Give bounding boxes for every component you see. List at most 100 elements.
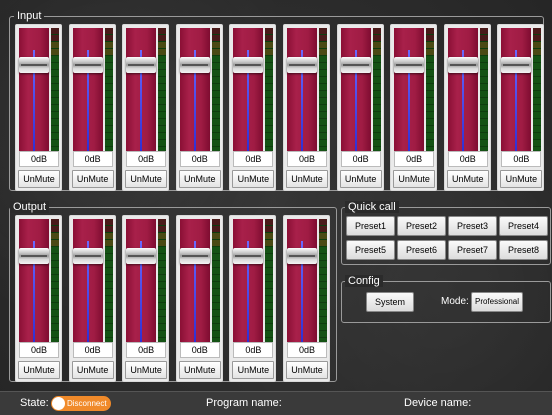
mute-button[interactable]: UnMute: [71, 361, 114, 379]
gain-value[interactable]: 0dB: [501, 151, 542, 167]
connection-status: Disconnect: [67, 399, 107, 408]
gain-value[interactable]: 0dB: [126, 342, 167, 358]
level-meter: [265, 28, 274, 167]
fader-knob-icon[interactable]: [287, 57, 317, 74]
mode-label: Mode:: [441, 296, 469, 307]
fader-knob-icon[interactable]: [287, 248, 317, 265]
mute-button[interactable]: UnMute: [232, 361, 275, 379]
mute-button[interactable]: UnMute: [393, 170, 436, 188]
level-meter: [426, 28, 435, 167]
fader-knob-icon[interactable]: [233, 248, 264, 265]
gain-value[interactable]: 0dB: [287, 151, 327, 167]
fader-knob-icon[interactable]: [233, 57, 264, 74]
input-fader[interactable]: [126, 28, 157, 167]
input-channel-strip: 0dB UnMute: [15, 24, 62, 191]
preset-button[interactable]: Preset1: [346, 216, 395, 236]
fader-knob-icon[interactable]: [394, 57, 425, 74]
input-fader[interactable]: [447, 28, 478, 167]
mute-button[interactable]: UnMute: [446, 170, 489, 188]
toggle-knob-icon: [52, 397, 65, 410]
level-meter: [104, 219, 113, 358]
fader-knob-icon[interactable]: [179, 248, 210, 265]
gain-value[interactable]: 0dB: [72, 342, 113, 358]
level-meter: [158, 28, 167, 167]
mute-button[interactable]: UnMute: [178, 361, 221, 379]
level-meter: [211, 219, 220, 358]
input-fader[interactable]: [394, 28, 425, 167]
mute-button[interactable]: UnMute: [125, 170, 168, 188]
output-fader[interactable]: [72, 219, 103, 358]
gain-value[interactable]: 0dB: [340, 151, 381, 167]
input-channel-strip: 0dB UnMute: [283, 24, 330, 191]
mode-selector[interactable]: Professional: [471, 292, 523, 312]
gain-value[interactable]: 0dB: [394, 151, 435, 167]
preset-button[interactable]: Preset8: [499, 240, 548, 260]
input-channel-strip: 0dB UnMute: [497, 24, 545, 191]
fader-knob-icon[interactable]: [447, 57, 478, 74]
output-fader[interactable]: [233, 219, 264, 358]
output-group-title: Output: [10, 201, 50, 213]
preset-button[interactable]: Preset3: [448, 216, 497, 236]
level-meter: [51, 28, 59, 167]
output-fader[interactable]: [287, 219, 317, 358]
level-meter: [479, 28, 488, 167]
fader-knob-icon[interactable]: [72, 57, 103, 74]
mute-button[interactable]: UnMute: [339, 170, 382, 188]
mute-button[interactable]: UnMute: [232, 170, 275, 188]
input-channel-strip: 0dB UnMute: [336, 24, 384, 191]
preset-button[interactable]: Preset4: [499, 216, 548, 236]
fader-knob-icon[interactable]: [179, 57, 210, 74]
preset-button[interactable]: Preset5: [346, 240, 395, 260]
input-fader[interactable]: [72, 28, 103, 167]
fader-knob-icon[interactable]: [501, 57, 532, 74]
mute-button[interactable]: UnMute: [178, 170, 221, 188]
gain-value[interactable]: 0dB: [19, 342, 59, 358]
gain-value[interactable]: 0dB: [179, 151, 220, 167]
connection-toggle[interactable]: Disconnect: [51, 396, 111, 411]
mute-button[interactable]: UnMute: [500, 170, 543, 188]
output-channel-strip: 0dB UnMute: [283, 215, 330, 382]
gain-value[interactable]: 0dB: [233, 151, 274, 167]
fader-knob-icon[interactable]: [126, 57, 157, 74]
mute-button[interactable]: UnMute: [71, 170, 114, 188]
input-fader[interactable]: [501, 28, 532, 167]
fader-knob-icon[interactable]: [19, 57, 49, 74]
output-fader[interactable]: [126, 219, 157, 358]
mute-button[interactable]: UnMute: [18, 361, 60, 379]
mute-button[interactable]: UnMute: [286, 170, 328, 188]
level-meter: [319, 28, 327, 167]
gain-value[interactable]: 0dB: [179, 342, 220, 358]
input-fader[interactable]: [19, 28, 49, 167]
fader-knob-icon[interactable]: [19, 248, 49, 265]
output-channel-strip: 0dB UnMute: [122, 215, 170, 382]
input-fader[interactable]: [233, 28, 264, 167]
level-meter: [372, 28, 381, 167]
mute-button[interactable]: UnMute: [125, 361, 168, 379]
preset-button[interactable]: Preset2: [397, 216, 446, 236]
output-fader[interactable]: [179, 219, 210, 358]
system-button[interactable]: System: [366, 292, 414, 312]
state-label: State:: [20, 397, 49, 409]
gain-value[interactable]: 0dB: [72, 151, 113, 167]
preset-button[interactable]: Preset6: [397, 240, 446, 260]
fader-knob-icon[interactable]: [126, 248, 157, 265]
level-meter: [158, 219, 167, 358]
input-fader[interactable]: [287, 28, 317, 167]
output-channel-strip: 0dB UnMute: [15, 215, 62, 382]
config-title: Config: [345, 275, 383, 287]
input-fader[interactable]: [340, 28, 371, 167]
gain-value[interactable]: 0dB: [233, 342, 274, 358]
mute-button[interactable]: UnMute: [18, 170, 60, 188]
level-meter: [211, 28, 220, 167]
fader-knob-icon[interactable]: [340, 57, 371, 74]
input-fader[interactable]: [179, 28, 210, 167]
fader-knob-icon[interactable]: [72, 248, 103, 265]
gain-value[interactable]: 0dB: [287, 342, 327, 358]
preset-button[interactable]: Preset7: [448, 240, 497, 260]
gain-value[interactable]: 0dB: [126, 151, 167, 167]
gain-value[interactable]: 0dB: [447, 151, 488, 167]
level-meter: [319, 219, 327, 358]
gain-value[interactable]: 0dB: [19, 151, 59, 167]
output-fader[interactable]: [19, 219, 49, 358]
mute-button[interactable]: UnMute: [286, 361, 328, 379]
